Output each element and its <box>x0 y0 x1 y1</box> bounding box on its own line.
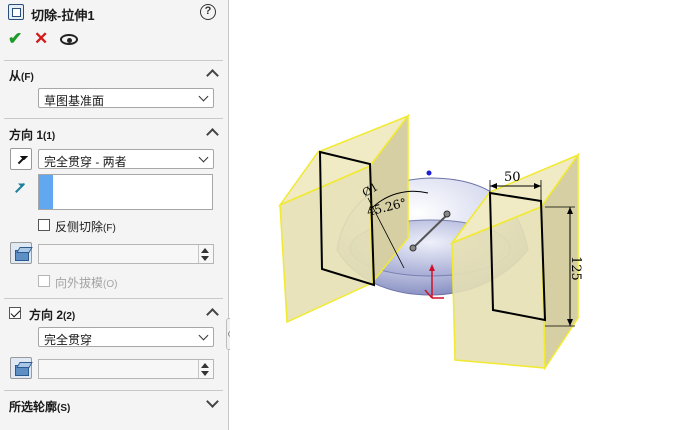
property-manager-panel: 切除-拉伸1 ? ✔ ✕ 从(F) 草图基准面 方向 1(1) 完全贯穿 - 两… <box>0 0 229 430</box>
draft-outward-checkbox[interactable] <box>38 275 50 287</box>
model-preview-svg: 50 125 45.26° Ø1 <box>277 113 583 371</box>
dropdown-arrow-icon <box>198 152 209 163</box>
selected-contours-section-header[interactable]: 所选轮廓(S) <box>0 395 229 415</box>
from-value: 草图基准面 <box>44 94 105 108</box>
divider <box>4 60 223 61</box>
flip-side-shortcut: (F) <box>103 223 116 234</box>
flip-side-label: 反侧切除(F) <box>55 218 116 235</box>
dropdown-arrow-icon <box>198 330 209 341</box>
divider <box>4 298 223 299</box>
dim-height-text: 125 <box>568 256 583 281</box>
spin-down-icon[interactable] <box>201 371 209 376</box>
direction1-shortcut: (1) <box>43 131 56 142</box>
cut-extrude-feature-icon <box>8 4 24 20</box>
direction2-draft-angle-input[interactable] <box>38 359 214 379</box>
chevron-up-icon[interactable] <box>206 308 219 321</box>
direction-vector-selection-box[interactable] <box>38 174 213 210</box>
spin-up-icon[interactable] <box>201 363 209 368</box>
direction1-label: 方向 1 <box>9 128 44 142</box>
action-buttons: ✔ ✕ <box>0 30 229 50</box>
reverse-direction-icon[interactable] <box>10 148 32 170</box>
left-block <box>277 113 411 324</box>
chevron-up-icon[interactable] <box>206 128 219 141</box>
draft-angle-input[interactable] <box>38 244 214 264</box>
cancel-x-icon[interactable]: ✕ <box>34 30 48 48</box>
draft-icon[interactable] <box>10 357 32 379</box>
chevron-down-icon[interactable] <box>206 395 219 408</box>
direction2-label: 方向 2 <box>29 308 64 322</box>
selected-contours-shortcut: (S) <box>57 403 71 414</box>
direction1-end-condition-dropdown[interactable]: 完全贯穿 - 两者 <box>38 149 214 169</box>
direction2-end-condition-dropdown[interactable]: 完全贯穿 <box>38 327 214 347</box>
preview-eye-icon[interactable] <box>60 34 78 45</box>
spin-down-icon[interactable] <box>201 256 209 261</box>
draft-outward-shortcut: (O) <box>103 279 118 290</box>
from-section-header[interactable]: 从(F) <box>0 65 229 83</box>
divider <box>4 118 223 119</box>
flip-side-text: 反侧切除 <box>55 220 104 234</box>
direction1-end-condition-value: 完全贯穿 - 两者 <box>44 155 127 169</box>
from-dropdown[interactable]: 草图基准面 <box>38 88 214 108</box>
from-label: 从 <box>9 69 22 83</box>
panel-titlebar: 切除-拉伸1 ? <box>0 0 229 24</box>
ok-check-icon[interactable]: ✔ <box>8 30 22 48</box>
direction2-checkbox[interactable] <box>9 307 21 319</box>
direction2-shortcut: (2) <box>63 311 76 322</box>
divider <box>4 390 223 391</box>
from-shortcut: (F) <box>21 72 34 83</box>
spinner-separator <box>198 360 199 378</box>
dim-width-text: 50 <box>504 170 521 185</box>
selection-active-stripe <box>39 175 53 209</box>
from-section-title: 从(F) <box>9 67 34 84</box>
direction-vector-icon <box>13 180 27 194</box>
dropdown-arrow-icon <box>198 91 209 102</box>
draft-outward-text: 向外拔模 <box>55 276 104 290</box>
chevron-up-icon[interactable] <box>206 69 219 82</box>
draft-icon[interactable] <box>10 242 32 264</box>
direction2-section-header[interactable]: 方向 2(2) <box>0 304 229 322</box>
direction2-end-condition-value: 完全贯穿 <box>44 333 93 347</box>
direction1-section-header[interactable]: 方向 1(1) <box>0 124 229 142</box>
graphics-viewport[interactable]: 50 125 45.26° Ø1 <box>230 0 700 430</box>
spinner-separator <box>198 245 199 263</box>
selected-contours-title: 所选轮廓(S) <box>9 398 70 415</box>
selected-contours-label: 所选轮廓 <box>9 400 58 414</box>
direction1-section-title: 方向 1(1) <box>9 126 55 143</box>
direction2-section-title: 方向 2(2) <box>29 306 75 323</box>
help-icon[interactable]: ? <box>200 4 216 20</box>
draft-outward-label: 向外拔模(O) <box>55 274 117 291</box>
spin-up-icon[interactable] <box>201 248 209 253</box>
flip-side-checkbox[interactable] <box>38 219 50 231</box>
feature-title: 切除-拉伸1 <box>31 8 95 23</box>
